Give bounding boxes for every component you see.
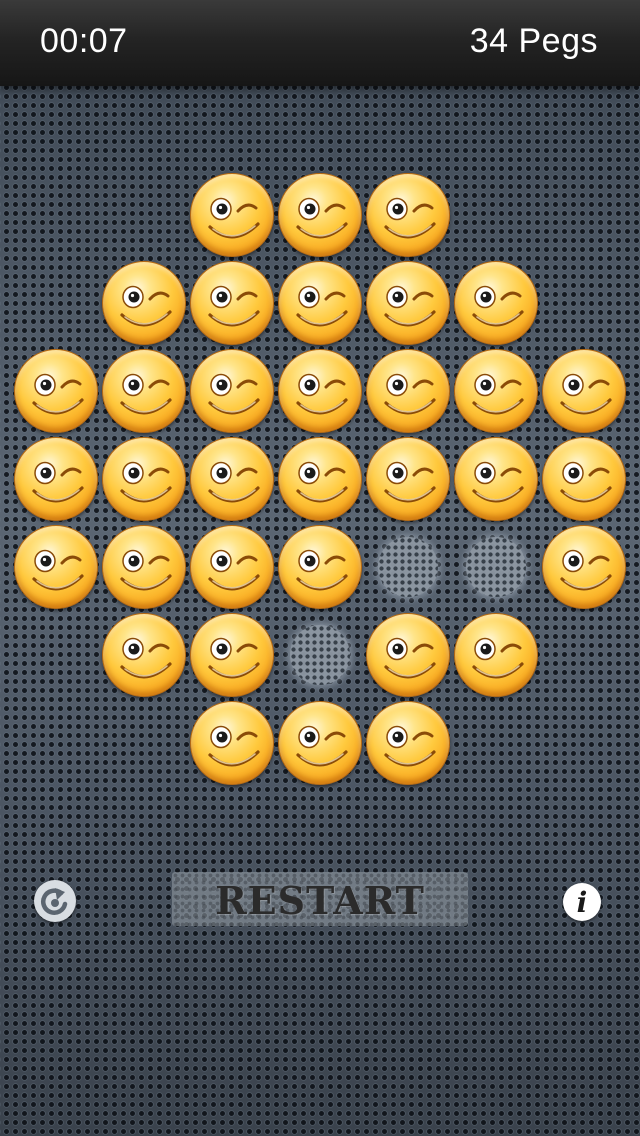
restart-label: RESTART — [215, 878, 425, 923]
peg-count: 34 Pegs — [469, 22, 598, 60]
peg-4-2[interactable] — [190, 525, 274, 609]
peg-4-1[interactable] — [102, 525, 186, 609]
peg-5-2[interactable] — [190, 613, 274, 697]
peg-1-3[interactable] — [278, 261, 362, 345]
peg-0-4[interactable] — [366, 173, 450, 257]
peg-5-4[interactable] — [366, 613, 450, 697]
peg-4-3[interactable] — [278, 525, 362, 609]
restart-button[interactable]: RESTART — [172, 872, 468, 926]
info-button[interactable]: i — [563, 883, 601, 921]
peg-3-5[interactable] — [454, 437, 538, 521]
peg-5-5[interactable] — [454, 613, 538, 697]
peg-2-2[interactable] — [190, 349, 274, 433]
peg-1-1[interactable] — [102, 261, 186, 345]
peg-2-1[interactable] — [102, 349, 186, 433]
top-bar: 00:07 34 Pegs — [0, 0, 640, 86]
peg-3-6[interactable] — [542, 437, 626, 521]
empty-hole-4-5[interactable] — [466, 537, 526, 597]
peg-5-1[interactable] — [102, 613, 186, 697]
game-screen: 00:07 34 Pegs RESTART i — [0, 0, 640, 1136]
peg-1-5[interactable] — [454, 261, 538, 345]
peg-2-5[interactable] — [454, 349, 538, 433]
empty-hole-5-3[interactable] — [290, 625, 350, 685]
peg-1-4[interactable] — [366, 261, 450, 345]
peg-3-0[interactable] — [14, 437, 98, 521]
peg-3-1[interactable] — [102, 437, 186, 521]
peg-2-3[interactable] — [278, 349, 362, 433]
peg-4-6[interactable] — [542, 525, 626, 609]
peg-2-0[interactable] — [14, 349, 98, 433]
peg-2-6[interactable] — [542, 349, 626, 433]
empty-hole-4-4[interactable] — [378, 537, 438, 597]
peg-4-0[interactable] — [14, 525, 98, 609]
peg-6-3[interactable] — [278, 701, 362, 785]
peg-3-2[interactable] — [190, 437, 274, 521]
peg-0-2[interactable] — [190, 173, 274, 257]
undo-icon — [41, 888, 68, 915]
peg-2-4[interactable] — [366, 349, 450, 433]
peg-0-3[interactable] — [278, 173, 362, 257]
peg-6-4[interactable] — [366, 701, 450, 785]
peg-board — [0, 0, 640, 1136]
info-icon: i — [576, 886, 588, 919]
peg-3-3[interactable] — [278, 437, 362, 521]
peg-1-2[interactable] — [190, 261, 274, 345]
undo-button[interactable] — [34, 880, 76, 922]
timer-display: 00:07 — [40, 22, 128, 60]
peg-6-2[interactable] — [190, 701, 274, 785]
peg-3-4[interactable] — [366, 437, 450, 521]
